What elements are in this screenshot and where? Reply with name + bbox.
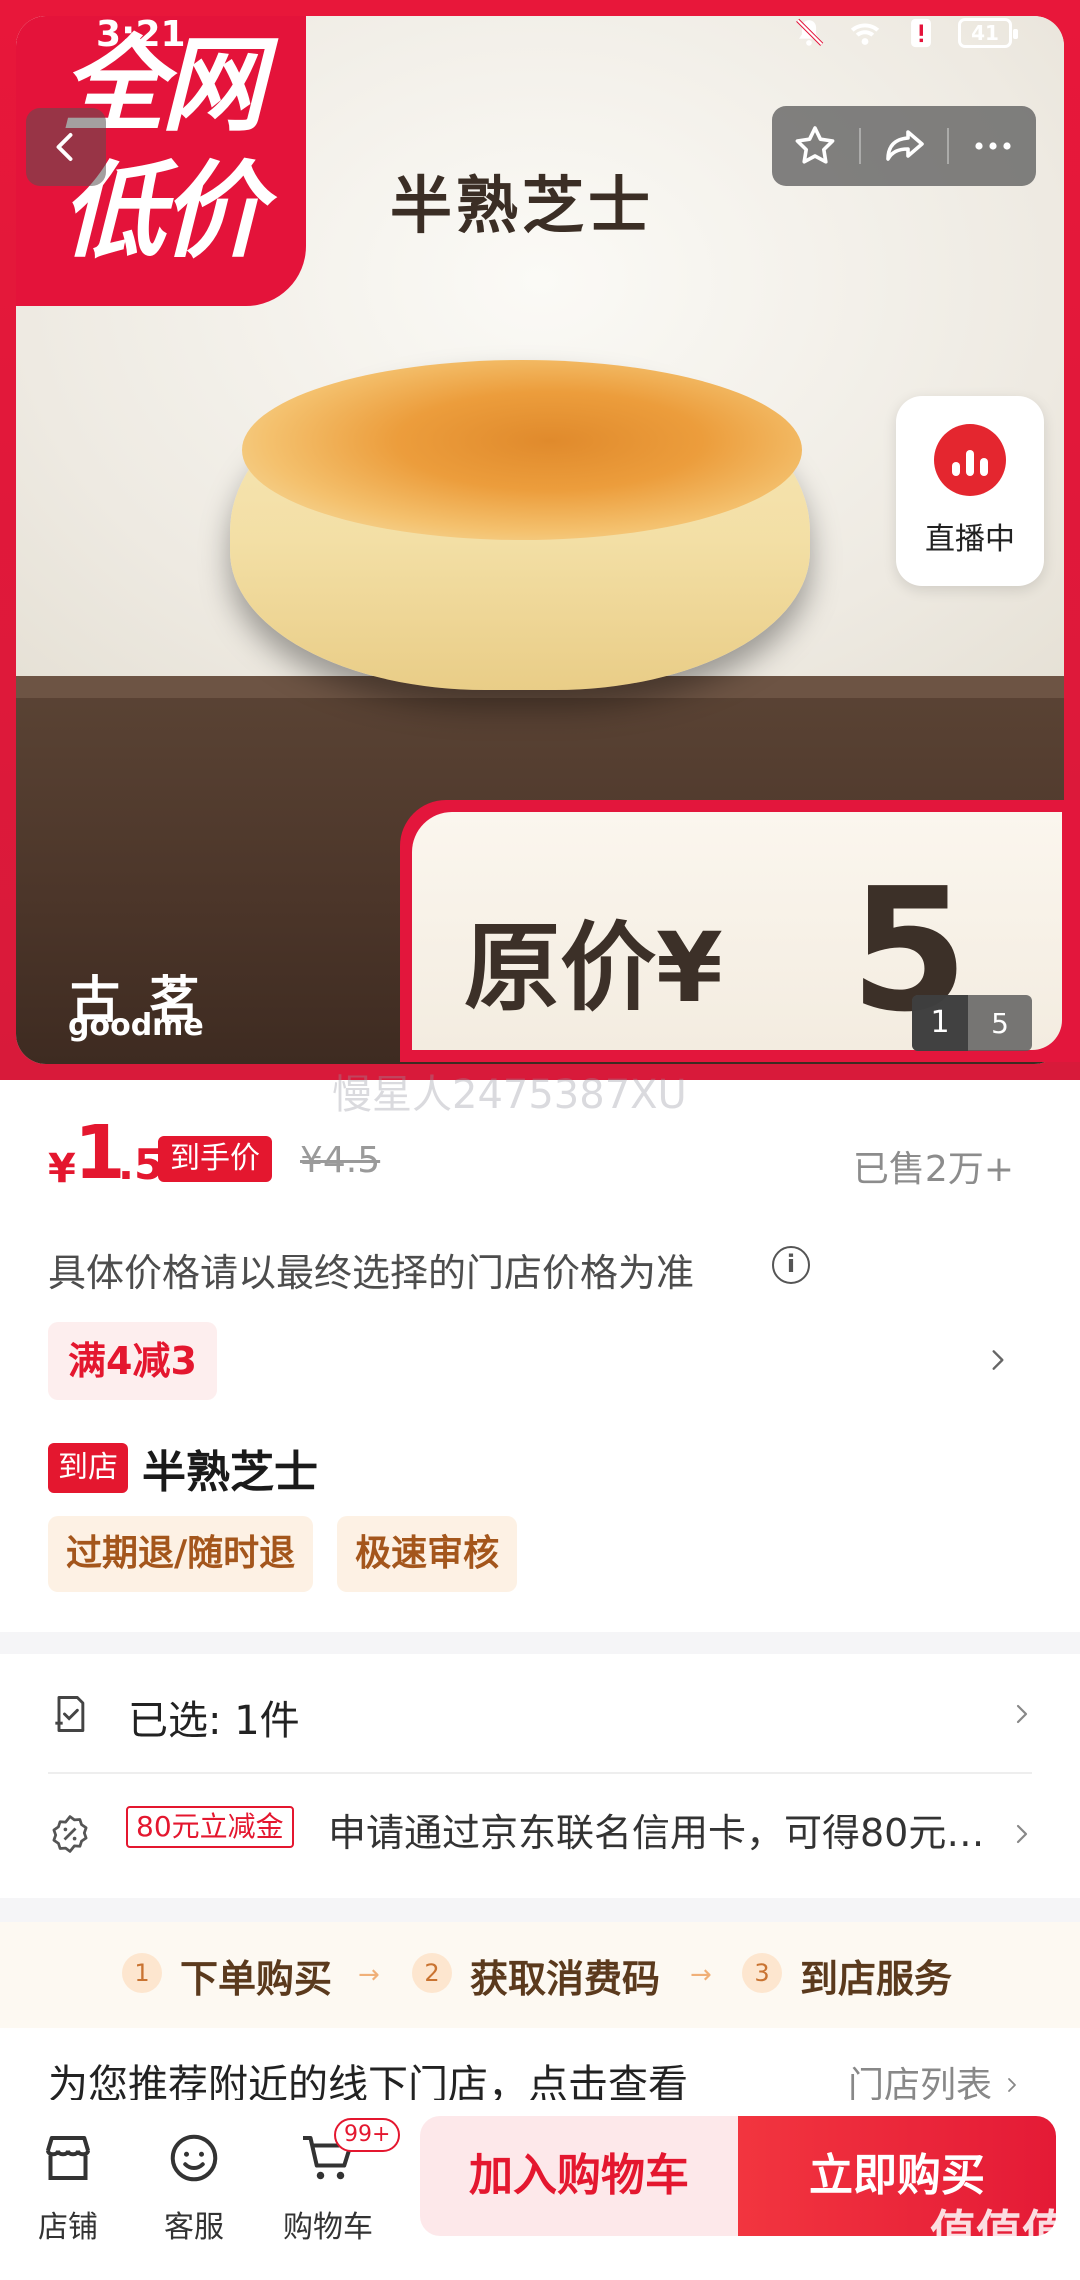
customer-service-icon <box>170 2134 218 2182</box>
live-stream-badge[interactable]: 直播中 <box>896 396 1044 586</box>
service-tag-refund: 过期退/随时退 <box>48 1516 314 1592</box>
pager-current: 1 <box>912 995 968 1051</box>
back-button[interactable] <box>26 108 106 186</box>
coupon-badge[interactable]: 满4减3 <box>48 1322 217 1400</box>
chevron-right-icon <box>1016 1824 1028 1844</box>
star-icon <box>795 126 835 164</box>
pager-total: 5 <box>991 1006 1009 1040</box>
alert-icon <box>911 18 931 48</box>
product-title-row: 到店 半熟芝士 <box>48 1438 318 1498</box>
site-watermark-url: zhizhizhi.com <box>924 2244 1060 2268</box>
info-icon[interactable]: i <box>772 1246 810 1284</box>
share-icon <box>886 130 924 161</box>
more-button[interactable] <box>949 106 1036 186</box>
image-product-caption: 半熟芝士 <box>390 169 655 242</box>
chevron-right-icon <box>1008 2078 1017 2092</box>
cart-button[interactable]: 99+ 购物车 <box>268 2118 401 2278</box>
price-currency: ¥ <box>48 1146 76 1192</box>
price-decimal: .5 <box>118 1140 164 1189</box>
chevron-right-icon[interactable] <box>985 1340 1011 1380</box>
favorite-button[interactable] <box>772 106 859 186</box>
step-label: 获取消费码 <box>470 1957 661 2001</box>
brand-logo-en: goodme <box>68 1008 204 1043</box>
chevron-right-icon <box>1016 1704 1028 1724</box>
live-bars-icon <box>934 424 1006 496</box>
live-label: 直播中 <box>925 522 1015 557</box>
price-note: 具体价格请以最终选择的门店价格为准 <box>48 1251 695 1295</box>
status-time: 3:21 <box>96 14 186 55</box>
clipboard-check-icon <box>55 1696 85 1732</box>
cart-count-badge: 99+ <box>334 2118 401 2152</box>
service-tag-fast-review: 极速审核 <box>337 1516 518 1592</box>
image-pager: 1 5 <box>912 995 1032 1051</box>
customer-service-button[interactable]: 客服 <box>134 2118 254 2278</box>
section-divider <box>0 1632 1080 1654</box>
wifi-icon <box>850 23 880 45</box>
subsidy-tag: 80元立减金 <box>126 1806 294 1848</box>
mute-bell-icon <box>796 18 824 46</box>
store-button[interactable]: 店铺 <box>8 2118 128 2278</box>
cart-label: 购物车 <box>283 2210 373 2245</box>
top-action-group <box>772 106 1036 186</box>
strike-price: ¥4.5 <box>300 1140 381 1181</box>
discount-badge-icon <box>52 1815 88 1853</box>
status-icons: 41 <box>790 16 1018 50</box>
step-number: 1 <box>122 1953 162 1993</box>
original-price-label: 原价¥ <box>464 912 723 1024</box>
step-number: 3 <box>742 1953 782 1993</box>
cheesecake-top <box>242 360 802 540</box>
step-label: 下单购买 <box>180 1957 333 2001</box>
more-icon <box>975 142 1011 150</box>
section-divider <box>0 1898 1080 1922</box>
final-price-tag: 到手价 <box>158 1136 272 1182</box>
product-title: 半熟芝士 <box>142 1447 318 1498</box>
store-label: 店铺 <box>38 2210 98 2245</box>
redeem-steps: 1 下单购买 → 2 获取消费码 → 3 到店服务 <box>0 1922 1080 2028</box>
sold-count: 已售2万+ <box>852 1149 1014 1190</box>
step-arrow-icon: → <box>690 1960 712 1990</box>
in-store-tag: 到店 <box>48 1443 128 1493</box>
selected-spec-label: 已选: 1件 <box>128 1698 300 1744</box>
customer-service-label: 客服 <box>164 2210 224 2245</box>
price-row: ¥ 1 .5 到手价 ¥4.5 已售2万+ <box>48 1110 1038 1196</box>
share-button[interactable] <box>861 106 948 186</box>
step-number: 2 <box>412 1953 452 1993</box>
battery-icon: 41 <box>958 18 1018 48</box>
step-label: 到店服务 <box>800 1957 953 2001</box>
chevron-left-icon <box>56 133 73 161</box>
add-to-cart-button[interactable]: 加入购物车 <box>420 2116 738 2236</box>
store-icon <box>46 2136 90 2180</box>
step-arrow-icon: → <box>358 1960 380 1990</box>
service-tags: 过期退/随时退 极速审核 <box>48 1516 518 1592</box>
subsidy-text: 申请通过京东联名信用卡，可得80元立减金 <box>328 1811 1008 1855</box>
